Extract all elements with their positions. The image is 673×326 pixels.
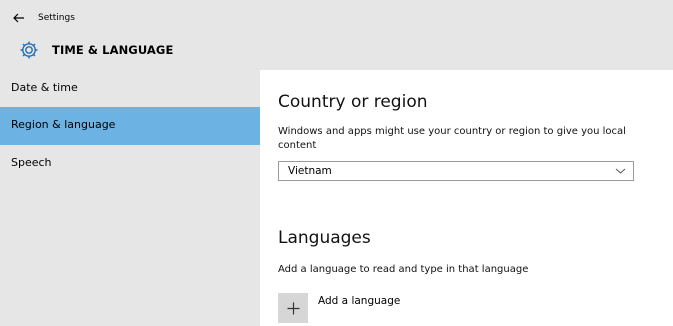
languages-description: Add a language to read and type in that … xyxy=(278,264,529,275)
languages-heading: Languages xyxy=(278,228,371,248)
section-title: TIME & LANGUAGE xyxy=(52,43,174,57)
country-region-description: Windows and apps might use your country … xyxy=(278,126,626,151)
sidebar-item-region-language[interactable]: Region & language xyxy=(0,107,260,145)
gear-icon xyxy=(20,41,38,59)
sidebar-item-label: Speech xyxy=(11,156,52,169)
sidebar-item-speech[interactable]: Speech xyxy=(0,145,260,183)
back-button[interactable] xyxy=(10,9,28,27)
app-title: Settings xyxy=(38,13,75,23)
sidebar: Date & time Region & language Speech xyxy=(0,70,260,326)
main-content: Country or region Windows and apps might… xyxy=(260,70,673,326)
plus-icon xyxy=(287,302,299,314)
title-bar: Settings TIME & LANGUAGE xyxy=(0,0,673,70)
sidebar-item-label: Region & language xyxy=(11,118,116,131)
back-arrow-icon xyxy=(13,13,24,23)
country-region-value: Vietnam xyxy=(288,165,332,177)
settings-window: Settings TIME & LANGUAGE Date & time Reg… xyxy=(0,0,673,326)
add-language-button[interactable]: Add a language xyxy=(278,293,400,323)
country-region-dropdown[interactable]: Vietnam xyxy=(278,161,634,181)
add-language-tile xyxy=(278,293,308,323)
country-region-heading: Country or region xyxy=(278,92,428,112)
sidebar-item-date-time[interactable]: Date & time xyxy=(0,70,260,108)
chevron-down-icon xyxy=(615,168,626,174)
sidebar-item-label: Date & time xyxy=(11,81,78,94)
add-language-label: Add a language xyxy=(318,295,401,307)
